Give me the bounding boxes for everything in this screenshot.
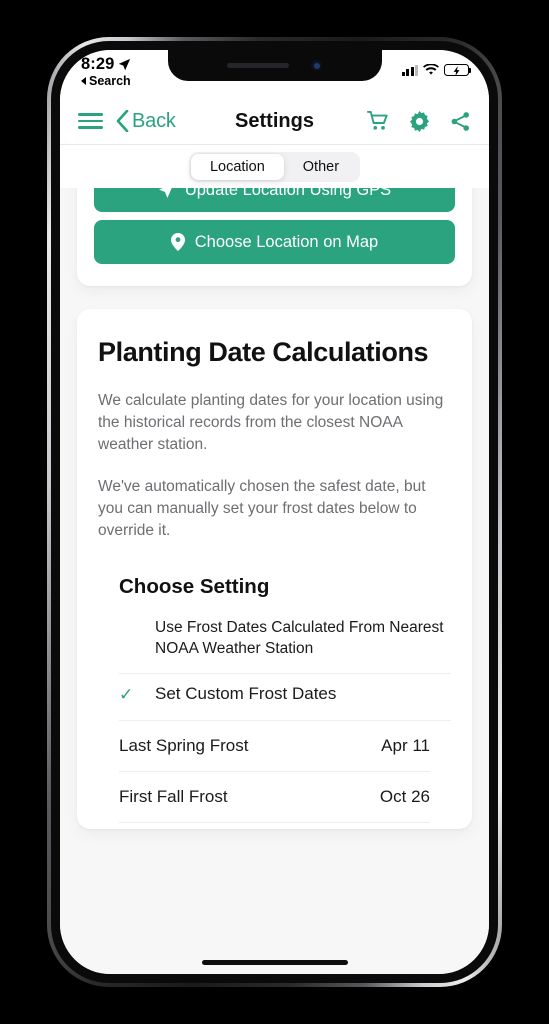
charging-bolt-icon [453,65,460,76]
status-time: 8:29 [81,55,115,73]
status-back-to-search[interactable]: Search [81,74,131,88]
row-first-fall-frost[interactable]: First Fall Frost Oct 26 [119,772,430,823]
planting-card-paragraph-1: We calculate planting dates for your loc… [98,392,444,454]
share-icon[interactable] [450,111,471,132]
chevron-left-icon [116,110,129,132]
planting-card-title: Planting Date Calculations [98,337,429,367]
cellular-signal-icon [401,64,418,76]
status-bar-left: 8:29 Search [81,55,131,88]
tab-location[interactable]: Location [190,153,284,180]
iphone-device-frame: 8:29 Search Back Settings Location Other… [47,37,502,987]
date-label: First Fall Frost [119,786,228,806]
option-use-noaa-frost-dates[interactable]: Use Frost Dates Calculated From Nearest … [119,609,451,674]
choose-location-map-button[interactable]: Choose Location on Map [94,220,455,264]
hamburger-menu-icon[interactable] [78,111,103,131]
location-card: Update Location Using GPS Choose Locatio… [77,188,472,286]
nav-actions [367,110,471,132]
planting-card-paragraph-2: We've automatically chosen the safest da… [98,478,426,540]
option-label: Use Frost Dates Calculated From Nearest … [155,619,444,658]
hamburger-line [78,126,103,130]
date-value[interactable]: Oct 26 [380,787,430,807]
shopping-cart-icon[interactable] [367,111,389,131]
gear-icon[interactable] [409,110,430,132]
segmented-control-bar: Location Other [60,145,489,188]
status-time-row: 8:29 [81,55,131,74]
battery-charging-icon [444,64,472,76]
device-bezel: 8:29 Search Back Settings Location Other… [51,41,498,983]
front-camera-icon [311,60,322,71]
map-pin-icon [170,233,185,251]
choose-setting-heading: Choose Setting [119,575,270,599]
navigation-bar: Back Settings [60,98,489,145]
page-title: Settings [235,109,314,132]
segmented-control: Location Other [188,151,361,182]
back-triangle-icon [81,77,86,85]
status-back-label: Search [89,74,131,88]
back-button[interactable]: Back [116,110,176,133]
phone-screen: 8:29 Search Back Settings Location Other… [60,50,489,974]
home-indicator[interactable] [201,960,348,965]
date-value[interactable]: Apr 11 [381,736,430,756]
hamburger-line [78,119,103,123]
frost-date-rows: Last Spring Frost Apr 11 First Fall Fros… [119,721,451,823]
status-bar-right [401,64,472,76]
update-location-gps-button[interactable]: Update Location Using GPS [94,188,455,212]
tab-other[interactable]: Other [284,154,358,180]
choose-location-map-label: Choose Location on Map [194,232,379,251]
wifi-icon [423,64,439,75]
scroll-content[interactable]: Update Location Using GPS Choose Locatio… [60,188,489,974]
date-label: Last Spring Frost [119,735,249,755]
back-button-label: Back [132,109,176,132]
planting-date-calculations-card: Planting Date Calculations We calculate … [77,309,472,829]
earpiece-speaker-icon [227,63,289,68]
notch [167,50,382,81]
option-checkmark-icon: ✓ [119,684,134,704]
option-label: Set Custom Frost Dates [155,683,337,703]
option-checkmark-icon [119,618,155,619]
choose-setting-options: Use Frost Dates Calculated From Nearest … [119,609,451,721]
update-location-gps-label: Update Location Using GPS [184,188,392,199]
option-set-custom-frost-dates[interactable]: ✓ Set Custom Frost Dates [119,674,451,721]
navigation-arrow-icon [158,188,172,198]
row-last-spring-frost[interactable]: Last Spring Frost Apr 11 [119,721,430,772]
hamburger-line [78,112,103,116]
location-arrow-icon [119,58,131,71]
